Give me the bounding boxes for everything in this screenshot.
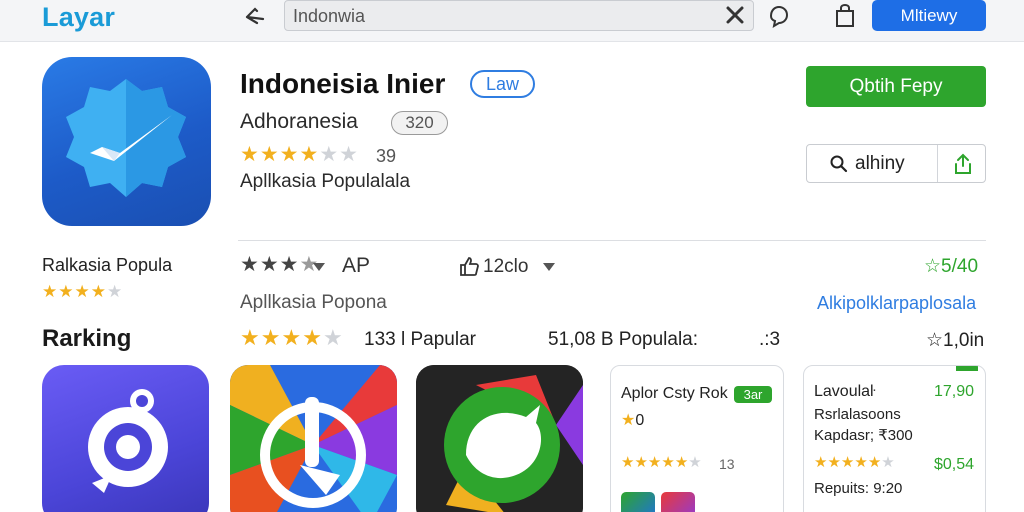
card-rating-line: ★0	[621, 410, 644, 430]
star-icon: ★	[240, 253, 259, 276]
star-icon: ★	[840, 454, 855, 471]
star-icon: ★	[634, 454, 648, 471]
star-icon: ★	[827, 454, 841, 471]
row3-text-a: 133 l Papular	[364, 329, 476, 350]
row3-text-d: ☆1,0in	[926, 330, 985, 351]
card-price: $0,54	[934, 456, 975, 473]
developer-badge: 320	[391, 111, 448, 135]
star-icon: ★	[259, 253, 279, 276]
chevron-down-icon[interactable]	[543, 263, 555, 271]
star-icon: ★	[647, 454, 662, 471]
star-icon: ★	[58, 282, 74, 301]
clear-icon[interactable]	[723, 3, 747, 27]
search-bar	[284, 0, 754, 31]
star-icon: ★	[240, 143, 259, 166]
star-icon: ★	[240, 325, 260, 350]
star-icon: ★	[688, 454, 702, 471]
app-badge[interactable]: Law	[470, 70, 535, 98]
star-icon: ★	[814, 454, 828, 471]
chat-icon[interactable]	[765, 2, 793, 30]
mini-app-icon[interactable]	[621, 492, 655, 512]
star-icon: ★	[881, 454, 895, 471]
star-icon: ★	[107, 282, 123, 301]
star-icon: ★	[279, 253, 299, 276]
star-icon: ★	[260, 325, 281, 350]
app-tile-colorful[interactable]	[230, 365, 397, 512]
star-icon: ★	[279, 143, 299, 166]
star-icon: ★	[854, 454, 868, 471]
checkmark-badge-icon	[42, 57, 211, 226]
row1-right-value: ☆5/40	[924, 256, 979, 277]
accent-strip	[956, 366, 978, 371]
share-icon[interactable]	[952, 152, 974, 176]
star-icon: ★	[322, 325, 343, 350]
star-icon: ★	[867, 454, 882, 471]
sidebar-category[interactable]: Ralkasia Popula	[42, 255, 172, 276]
app-category[interactable]: Apllkasia Populalala	[240, 171, 410, 193]
card-price: 17,90	[934, 383, 975, 400]
share-label: alhiny	[855, 153, 905, 174]
share-box[interactable]: alhiny	[806, 144, 986, 183]
card-stars: ★ ★ ★ ★ ★ ★	[621, 455, 702, 470]
rating-stars: ★ ★ ★ ★ ★ ★	[240, 144, 358, 165]
star-icon: ★	[299, 143, 319, 166]
star-icon: ★	[42, 282, 58, 301]
star-icon: ★	[281, 325, 302, 350]
star-icon: ★	[674, 454, 689, 471]
card-chip: 3ar	[734, 386, 772, 403]
card-line: Rsrlalasoons	[814, 406, 901, 423]
sidebar-stars: ★ ★ ★ ★ ★	[42, 283, 122, 300]
star-icon: ★	[302, 325, 322, 350]
chat-bubble-icon	[88, 389, 168, 493]
ranking-card[interactable]: Lavoulaŀ 17,90 Rsrlalasoons Kapdasr; ₹30…	[803, 365, 986, 512]
open-button[interactable]: Qbtih Fepy	[806, 66, 986, 107]
search-input[interactable]	[293, 4, 713, 28]
star-icon: ★	[621, 454, 635, 471]
card-title: Lavoulaŀ	[814, 383, 876, 400]
app-tile-chat[interactable]	[42, 365, 209, 512]
brand-logo[interactable]: Layar	[42, 2, 115, 33]
back-icon[interactable]	[243, 5, 267, 27]
top-bar: Layar Mltiewy	[0, 0, 1024, 42]
rainbow-pin-icon	[230, 365, 397, 512]
thumb-icon[interactable]	[458, 255, 480, 277]
row3-text-c: .:3	[759, 329, 781, 350]
search-icon	[830, 155, 848, 173]
row2-link[interactable]: Alkipolklarpaplosala	[817, 293, 976, 314]
card-value: 0	[635, 412, 645, 429]
bird-icon	[416, 365, 583, 512]
row1-count: 12clo	[483, 256, 529, 277]
app-tile-bird[interactable]	[416, 365, 583, 512]
row1-stars[interactable]: ★ ★ ★ ★	[240, 254, 318, 275]
star-icon: ★	[259, 143, 279, 166]
star-icon: ★	[661, 454, 675, 471]
star-icon: ★	[621, 412, 636, 429]
app-title: Indoneisia Inier	[240, 68, 446, 99]
ranking-heading: Rarking	[42, 325, 132, 352]
bag-icon[interactable]	[833, 3, 857, 29]
card-count: 13	[719, 456, 735, 472]
developer-name[interactable]: Adhoranesia	[240, 110, 358, 134]
divider	[238, 240, 986, 241]
row1-ap: AP	[342, 254, 371, 277]
star-icon: ★	[319, 143, 339, 166]
mini-app-icon[interactable]	[661, 492, 695, 512]
card-stars: ★ ★ ★ ★ ★ ★	[814, 455, 895, 470]
row2-category: Apllkasia Popona	[240, 292, 387, 313]
row3-text-b: 51,08 B Populala:	[548, 329, 699, 350]
chevron-down-icon[interactable]	[313, 263, 325, 271]
install-button[interactable]: Mltiewy	[872, 0, 986, 31]
card-line: Kapdasr; ₹300	[814, 427, 913, 444]
card-title: Aplor Csty Rok	[621, 385, 728, 402]
card-line: Repuits: 9:20	[814, 480, 903, 497]
star-icon: ★	[339, 143, 358, 166]
divider	[937, 145, 938, 182]
star-icon: ★	[74, 282, 90, 301]
star-icon: ★	[90, 282, 106, 301]
ranking-card[interactable]: Aplor Csty Rok 3ar ★0 ★ ★ ★ ★ ★ ★ 13	[610, 365, 784, 512]
rating-count: 39	[376, 146, 397, 166]
row3-stars: ★ ★ ★ ★ ★	[240, 327, 343, 349]
